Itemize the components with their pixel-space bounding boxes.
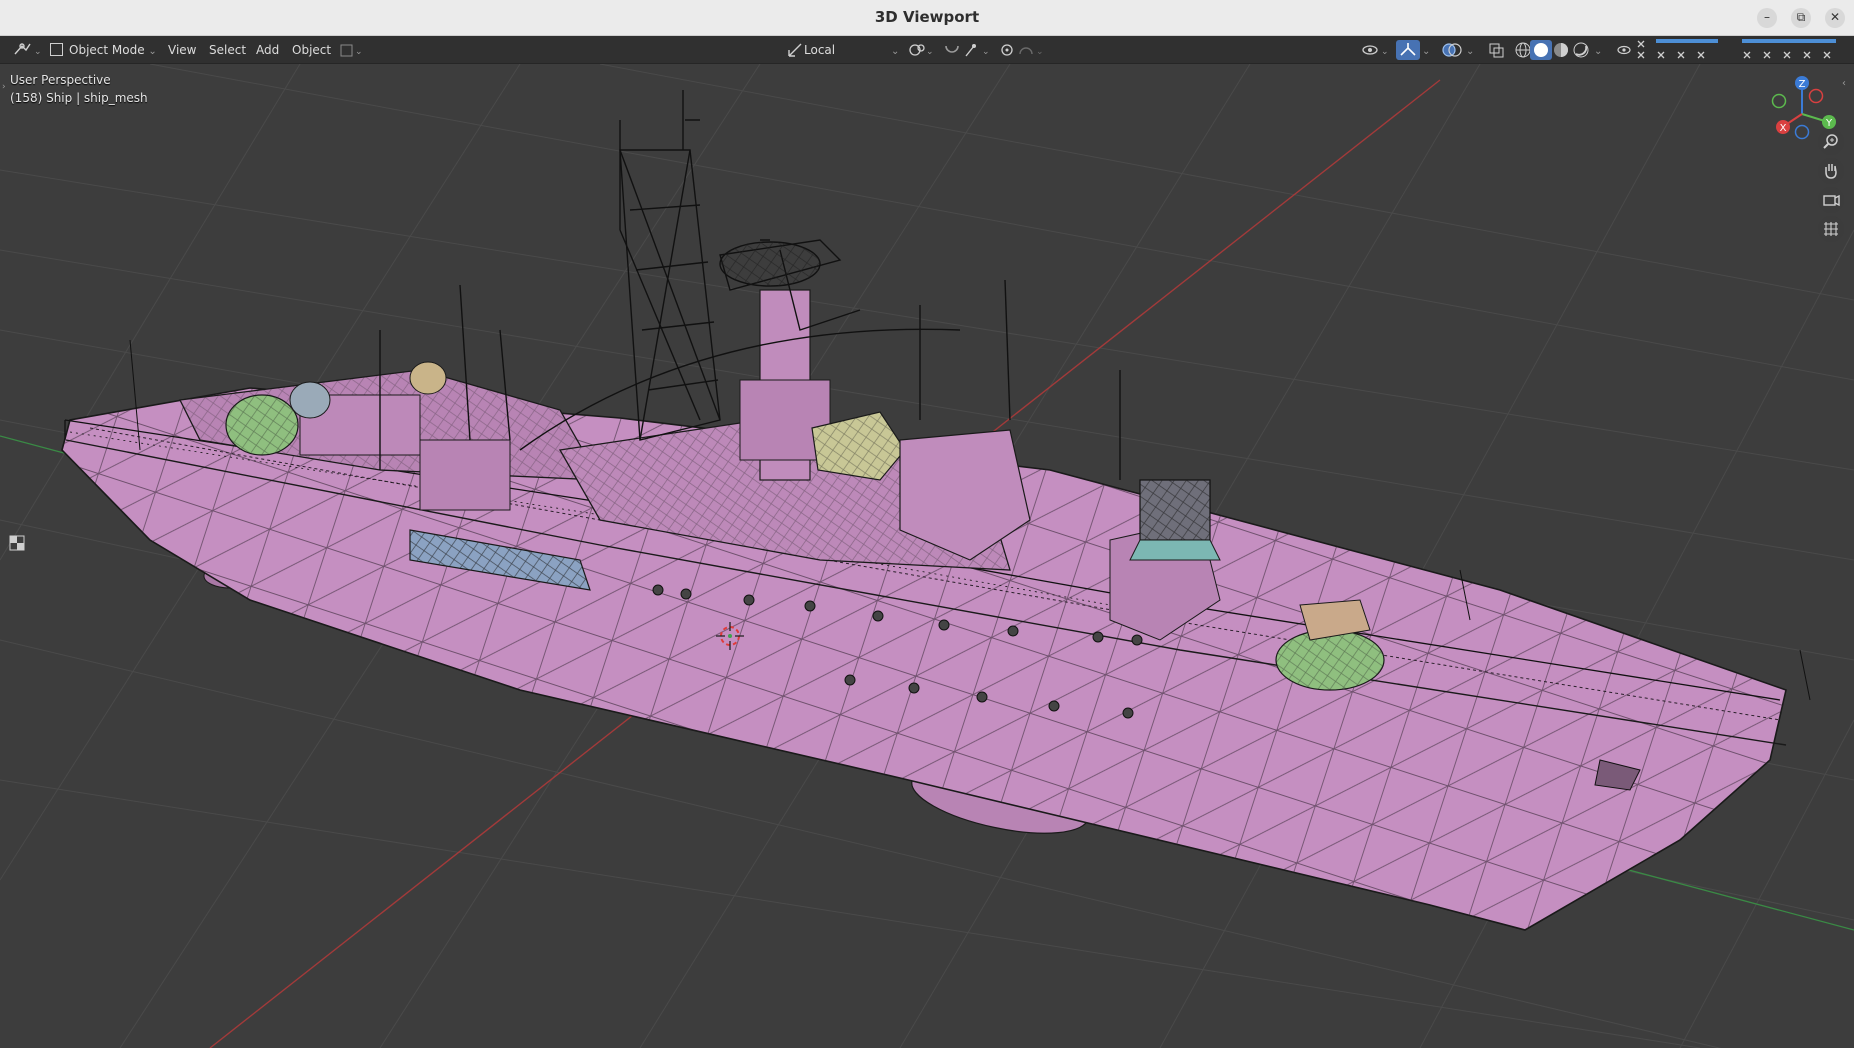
zoom-button[interactable] — [1818, 129, 1844, 155]
rendered-sphere-icon — [1573, 42, 1589, 58]
perspective-label: User Perspective — [10, 73, 111, 87]
camera-view-button[interactable] — [1818, 187, 1844, 213]
chevron-down-icon: ⌄ — [1466, 46, 1475, 57]
eye-icon — [1617, 45, 1631, 55]
proportional-editing-toggle[interactable]: ⌄ — [998, 36, 1046, 64]
hand-pan-icon — [1825, 164, 1837, 179]
neg-x-handle[interactable] — [1808, 88, 1824, 104]
xray-toggle[interactable] — [1486, 40, 1508, 60]
pan-button[interactable] — [1818, 158, 1844, 184]
toolbar-toggle[interactable] — [8, 534, 26, 552]
camera-view-icon: ⌄ — [14, 43, 42, 57]
material-sphere-icon — [1554, 43, 1568, 57]
close-button[interactable]: ✕ — [1825, 8, 1845, 28]
ship-mesh[interactable] — [61, 90, 1811, 931]
shading-solid-button[interactable] — [1530, 40, 1552, 60]
menu-add[interactable]: Add — [256, 36, 279, 64]
xray-icon — [1489, 43, 1504, 58]
3d-viewport[interactable]: User Perspective (158) Ship | ship_mesh … — [0, 64, 1854, 1048]
ortho-toggle-button[interactable] — [1818, 216, 1844, 242]
shading-rendered-button[interactable] — [1570, 40, 1592, 60]
gizmo-toggle[interactable] — [1396, 40, 1420, 60]
proportional-edit-icon: ⌄ — [1001, 44, 1044, 57]
chevron-down-icon: ⌄ — [1422, 46, 1431, 57]
snap-options[interactable]: ⌄ — [338, 36, 364, 64]
pivot-icon: ⌄ — [909, 44, 934, 57]
grid-ortho-icon — [1824, 222, 1838, 236]
shading-options-dropdown[interactable]: ⌄ — [1594, 36, 1602, 64]
y-axis-label: Y — [1825, 118, 1833, 129]
restore-button[interactable]: ⧉ — [1791, 8, 1811, 28]
orientation-label: Local — [804, 43, 836, 57]
chevron-down-icon: ⌄ — [148, 46, 157, 57]
collection-visibility-eye[interactable] — [1614, 36, 1634, 64]
neg-y-handle[interactable] — [1771, 93, 1787, 109]
object-mode-icon — [50, 43, 63, 56]
z-axis-label: Z — [1799, 79, 1806, 90]
sidebar-expand-arrow[interactable]: › — [2, 82, 6, 92]
transform-orientation-dropdown[interactable]: Local ⌄ — [786, 36, 899, 64]
magnet-icon: ⌄ — [945, 44, 990, 57]
eye-icon: ⌄ — [1362, 45, 1389, 57]
overlays-options-dropdown[interactable]: ⌄ — [1466, 36, 1474, 64]
svg-text:⌄: ⌄ — [1036, 47, 1044, 57]
overlay-icon — [1442, 43, 1462, 57]
snapping-toggle[interactable]: ⌄ — [942, 36, 992, 64]
chevron-down-icon: ⌄ — [1594, 46, 1603, 57]
zoom-icon — [1823, 134, 1838, 149]
snap-icon: ⌄ — [340, 44, 363, 57]
checker-icon — [9, 535, 25, 551]
solid-sphere-icon — [1534, 43, 1548, 57]
menu-view[interactable]: View — [168, 36, 196, 64]
svg-text:⌄: ⌄ — [355, 47, 363, 57]
visibility-selectability-dropdown[interactable]: ⌄ — [1360, 36, 1392, 64]
window-titlebar: 3D Viewport – ⧉ ✕ — [0, 0, 1854, 36]
neg-z-handle[interactable] — [1794, 124, 1810, 140]
y-axis-handle[interactable]: Y — [1822, 115, 1836, 129]
mode-label: Object Mode — [69, 43, 145, 57]
chevron-down-icon: ⌄ — [890, 46, 900, 57]
shading-material-button[interactable] — [1550, 40, 1572, 60]
window-title: 3D Viewport — [874, 8, 980, 26]
scene-canvas[interactable] — [0, 64, 1854, 1048]
gizmo-options-dropdown[interactable]: ⌄ — [1422, 36, 1430, 64]
mode-dropdown[interactable]: Object Mode ⌄ — [50, 36, 157, 64]
menu-select[interactable]: Select — [209, 36, 246, 64]
viewport-header: ⌄ Object Mode ⌄ View Select Add Object ⌄… — [0, 36, 1854, 64]
svg-text:⌄: ⌄ — [1381, 47, 1389, 57]
gizmo-icon — [1400, 43, 1416, 56]
svg-text:⌄: ⌄ — [34, 47, 42, 57]
svg-text:⌄: ⌄ — [926, 47, 934, 57]
x-axis-handle[interactable]: X — [1776, 120, 1790, 134]
menu-object[interactable]: Object — [292, 36, 331, 64]
orientation-icon — [788, 43, 802, 57]
overlays-toggle[interactable] — [1440, 40, 1464, 60]
pivot-point-button[interactable]: ⌄ — [906, 36, 934, 64]
z-axis-handle[interactable]: Z — [1795, 76, 1809, 90]
object-info-label: (158) Ship | ship_mesh — [10, 91, 148, 105]
collection-layer-toggles[interactable] — [1636, 36, 1842, 64]
x-axis-label: X — [1780, 123, 1787, 134]
svg-text:⌄: ⌄ — [982, 47, 990, 57]
camera-icon — [1823, 194, 1840, 207]
n-panel-toggle[interactable]: ‹ — [1842, 78, 1846, 89]
minimize-button[interactable]: – — [1757, 8, 1777, 28]
editor-type-selector[interactable]: ⌄ — [12, 36, 42, 64]
